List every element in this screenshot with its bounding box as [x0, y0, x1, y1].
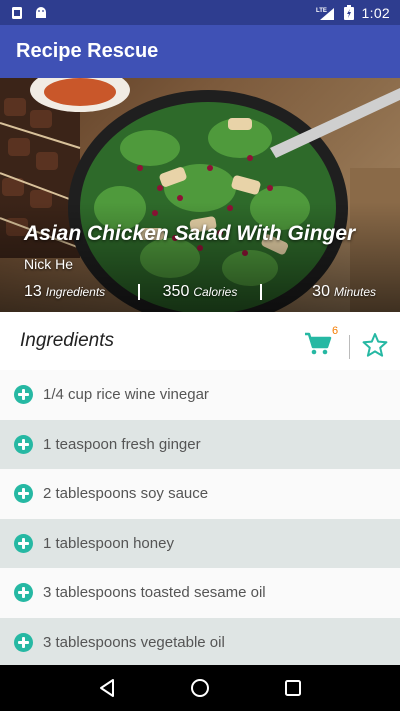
- ingredients-heading: Ingredients: [20, 330, 115, 351]
- recipe-hero: Asian Chicken Salad With Ginger Nick He …: [0, 78, 400, 312]
- favorite-star-icon[interactable]: [362, 332, 388, 358]
- ingredient-row[interactable]: 1 tablespoon honey: [0, 518, 400, 568]
- app-title: Recipe Rescue: [16, 40, 159, 62]
- stat-label: Calories: [193, 285, 238, 299]
- notification-icon: [12, 6, 22, 19]
- add-circle-icon[interactable]: [14, 583, 33, 603]
- stat-divider: [138, 284, 140, 300]
- add-circle-icon[interactable]: [14, 484, 33, 504]
- ingredients-list: 1/4 cup rice wine vinegar 1 teaspoon fre…: [0, 370, 400, 667]
- stat-label: Minutes: [333, 285, 376, 299]
- ingredients-header: Ingredients 6: [0, 312, 400, 370]
- header-divider: [349, 335, 350, 359]
- back-icon[interactable]: [96, 677, 118, 699]
- lte-signal-icon: LTE: [316, 7, 334, 20]
- ingredient-text: 2 tablespoons soy sauce: [43, 485, 209, 503]
- stat-ingredients: 13 Ingredients: [24, 283, 132, 301]
- add-circle-icon[interactable]: [14, 385, 33, 405]
- stat-value: 30: [312, 283, 330, 300]
- recipe-author: Nick He: [24, 256, 74, 272]
- ingredient-row[interactable]: 2 tablespoons soy sauce: [0, 469, 400, 519]
- status-bar: LTE 1:02: [0, 0, 400, 25]
- svg-text:LTE: LTE: [316, 8, 327, 14]
- shopping-cart-icon[interactable]: [304, 332, 332, 356]
- stat-minutes: 30 Minutes: [268, 283, 376, 301]
- app-bar: Recipe Rescue: [0, 25, 400, 78]
- status-time: 1:02: [361, 4, 390, 21]
- recents-icon[interactable]: [282, 677, 304, 699]
- system-nav-bar: [0, 665, 400, 711]
- recipe-title: Asian Chicken Salad With Ginger: [24, 222, 356, 245]
- android-icon: [36, 6, 46, 18]
- stat-value: 350: [162, 283, 190, 300]
- ingredient-row[interactable]: 1/4 cup rice wine vinegar: [0, 370, 400, 420]
- ingredient-text: 3 tablespoons toasted sesame oil: [43, 584, 266, 602]
- recipe-stats: 13 Ingredients 350 Calories 30 Minutes: [24, 282, 376, 302]
- ingredient-text: 1 tablespoon honey: [43, 534, 174, 552]
- add-circle-icon[interactable]: [14, 533, 33, 553]
- stat-divider: [260, 284, 262, 300]
- home-icon[interactable]: [189, 677, 211, 699]
- stat-label: Ingredients: [45, 285, 106, 299]
- add-circle-icon[interactable]: [14, 632, 33, 652]
- add-circle-icon[interactable]: [14, 434, 33, 454]
- stat-value: 13: [24, 283, 42, 300]
- cart-count-badge: 6: [332, 325, 339, 337]
- ingredient-row[interactable]: 3 tablespoons vegetable oil: [0, 617, 400, 667]
- battery-icon: [343, 5, 354, 20]
- ingredient-row[interactable]: 3 tablespoons toasted sesame oil: [0, 568, 400, 618]
- stat-calories: 350 Calories: [146, 283, 254, 301]
- ingredient-text: 1 teaspoon fresh ginger: [43, 435, 201, 453]
- ingredient-text: 3 tablespoons vegetable oil: [43, 633, 225, 651]
- ingredient-text: 1/4 cup rice wine vinegar: [43, 386, 209, 404]
- ingredient-row[interactable]: 1 teaspoon fresh ginger: [0, 419, 400, 469]
